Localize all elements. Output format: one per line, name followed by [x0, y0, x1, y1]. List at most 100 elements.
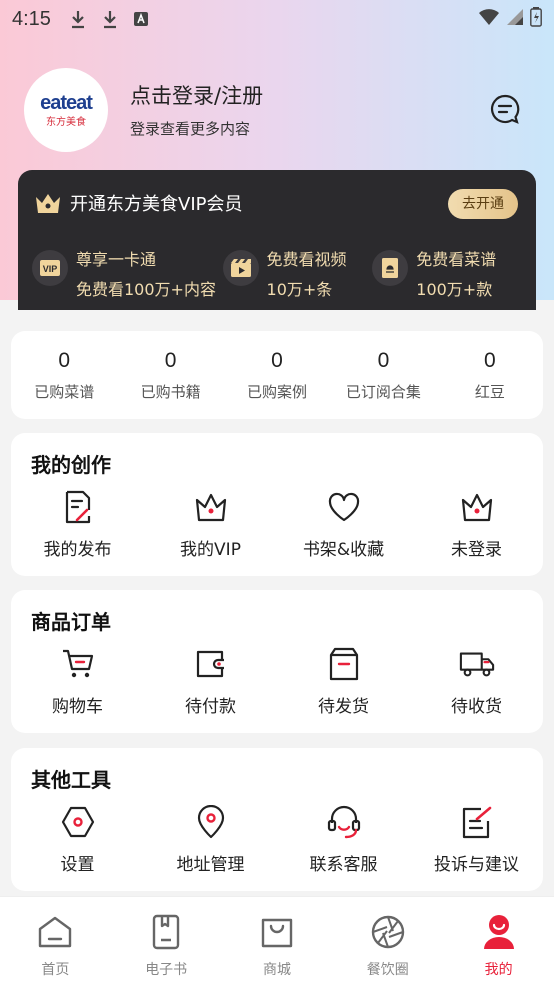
feedback-icon	[459, 804, 495, 840]
bookshelf-favorites-item[interactable]: 书架&收藏	[277, 489, 410, 560]
tab-me[interactable]: 我的	[443, 897, 554, 984]
grid-item-label: 投诉与建议	[434, 855, 519, 875]
status-time: 4:15	[12, 7, 51, 30]
grid-item-label: 我的VIP	[180, 540, 241, 560]
crown-icon	[34, 191, 62, 215]
pending-payment-item[interactable]: 待付款	[144, 646, 277, 717]
settings-item[interactable]: 设置	[11, 804, 144, 875]
tab-dining-circle[interactable]: 餐饮圈	[332, 897, 443, 984]
tools-section: 其他工具 设置 地址管理 联系客服 投诉与建议	[11, 748, 543, 891]
svg-text:VIP: VIP	[43, 264, 58, 274]
vip-perk-line1: 免费看视频	[266, 250, 347, 269]
bottom-tab-bar: 首页 电子书 商城 餐饮圈 我的	[0, 896, 554, 984]
headset-icon	[326, 804, 362, 840]
vip-perk-line2: 100万+款	[416, 280, 493, 299]
stat-value: 0	[483, 349, 496, 372]
vip-open-button[interactable]: 去开通	[448, 189, 518, 219]
vip-perks: VIP 尊享一卡通 免费看100万+内容 免费看视频 10万+条 免费看菜谱 1…	[32, 246, 522, 300]
wallet-icon	[193, 646, 229, 682]
grid-item-label: 书架&收藏	[302, 540, 385, 560]
stat-subscribed-collections[interactable]: 0 已订阅合集	[330, 331, 436, 419]
vip-perk-item: 免费看菜谱 100万+款	[372, 246, 516, 300]
tab-ebook[interactable]: 电子书	[111, 897, 222, 984]
pending-shipment-item[interactable]: 待发货	[277, 646, 410, 717]
ebook-icon	[147, 913, 185, 951]
vip-promo-card[interactable]: 开通东方美食VIP会员 去开通 VIP 尊享一卡通 免费看100万+内容 免费看…	[18, 170, 536, 310]
stat-value: 0	[377, 349, 390, 372]
stat-purchased-books[interactable]: 0 已购书籍	[117, 331, 223, 419]
stat-value: 0	[271, 349, 283, 372]
section-title: 我的创作	[31, 453, 111, 477]
edit-document-icon	[60, 489, 96, 525]
location-icon	[193, 804, 229, 840]
vip-perk-line2: 免费看100万+内容	[76, 280, 216, 299]
my-posts-item[interactable]: 我的发布	[11, 489, 144, 560]
section-title: 其他工具	[31, 768, 111, 792]
stat-purchased-cases[interactable]: 0 已购案例	[224, 331, 330, 419]
address-management-item[interactable]: 地址管理	[144, 804, 277, 875]
vip-card-icon: VIP	[32, 250, 68, 286]
stat-label: 已购书籍	[140, 383, 201, 401]
profile-icon	[480, 913, 518, 951]
pending-receipt-item[interactable]: 待收货	[410, 646, 543, 717]
grid-item-label: 我的发布	[43, 540, 112, 560]
video-icon	[222, 250, 259, 286]
vip-title: 开通东方美食VIP会员	[70, 194, 243, 215]
tab-home[interactable]: 首页	[0, 897, 111, 984]
stat-label: 已订阅合集	[345, 383, 421, 401]
tab-mall[interactable]: 商城	[222, 897, 333, 984]
truck-icon	[459, 646, 495, 682]
stat-value: 0	[164, 349, 177, 372]
cart-item[interactable]: 购物车	[11, 646, 144, 717]
crown-icon	[459, 489, 495, 525]
message-icon[interactable]	[488, 92, 522, 126]
download-icon	[69, 9, 87, 29]
brand-logo-text: eateat	[40, 92, 93, 114]
grid-item-label: 地址管理	[176, 855, 245, 875]
tab-label: 餐饮圈	[366, 962, 409, 978]
download-icon	[101, 9, 119, 29]
vip-perk-item: VIP 尊享一卡通 免费看100万+内容	[32, 246, 217, 300]
battery-icon	[530, 7, 542, 32]
status-bar: 4:15	[0, 0, 554, 38]
profile-header[interactable]: eateat 东方美食 点击登录/注册 登录查看更多内容	[24, 68, 530, 152]
grid-item-label: 购物车	[52, 697, 103, 717]
vip-perk-line2: 10万+条	[266, 280, 333, 299]
tab-label: 首页	[41, 962, 70, 978]
customer-service-item[interactable]: 联系客服	[277, 804, 410, 875]
stat-label: 已购菜谱	[34, 383, 95, 401]
crown-icon	[193, 489, 229, 525]
orders-section: 商品订单 购物车 待付款 待发货 待收货	[11, 590, 543, 733]
not-logged-in-item[interactable]: 未登录	[410, 489, 543, 560]
tab-label: 我的	[484, 962, 513, 978]
grid-item-label: 待发货	[318, 697, 369, 717]
grid-item-label: 待收货	[451, 697, 502, 717]
stat-label: 已购案例	[247, 383, 308, 401]
signal-icon	[506, 8, 524, 31]
settings-icon	[60, 804, 96, 840]
avatar[interactable]: eateat 东方美食	[24, 68, 108, 152]
vip-perk-item: 免费看视频 10万+条	[222, 246, 367, 300]
grid-item-label: 未登录	[451, 540, 502, 560]
wifi-icon	[478, 8, 500, 31]
stat-purchased-recipes[interactable]: 0 已购菜谱	[11, 331, 117, 419]
stat-red-beans[interactable]: 0 红豆	[437, 331, 543, 419]
cart-icon	[60, 646, 96, 682]
font-icon	[133, 11, 149, 27]
vip-perk-line1: 免费看菜谱	[416, 250, 497, 269]
stats-card: 0 已购菜谱 0 已购书籍 0 已购案例 0 已订阅合集 0 红豆	[11, 331, 543, 419]
feedback-item[interactable]: 投诉与建议	[410, 804, 543, 875]
aperture-icon	[369, 913, 407, 951]
tab-label: 商城	[262, 962, 291, 978]
login-title[interactable]: 点击登录/注册	[130, 80, 263, 110]
stat-label: 红豆	[474, 383, 505, 401]
tab-label: 电子书	[145, 962, 188, 978]
home-icon	[36, 913, 74, 951]
creation-section: 我的创作 我的发布 我的VIP 书架&收藏 未登录	[11, 433, 543, 576]
my-vip-item[interactable]: 我的VIP	[144, 489, 277, 560]
shopping-bag-icon	[258, 913, 296, 951]
login-subtitle: 登录查看更多内容	[130, 120, 251, 138]
grid-item-label: 联系客服	[309, 855, 378, 875]
vip-perk-line1: 尊享一卡通	[76, 250, 157, 269]
heart-icon	[326, 489, 362, 525]
